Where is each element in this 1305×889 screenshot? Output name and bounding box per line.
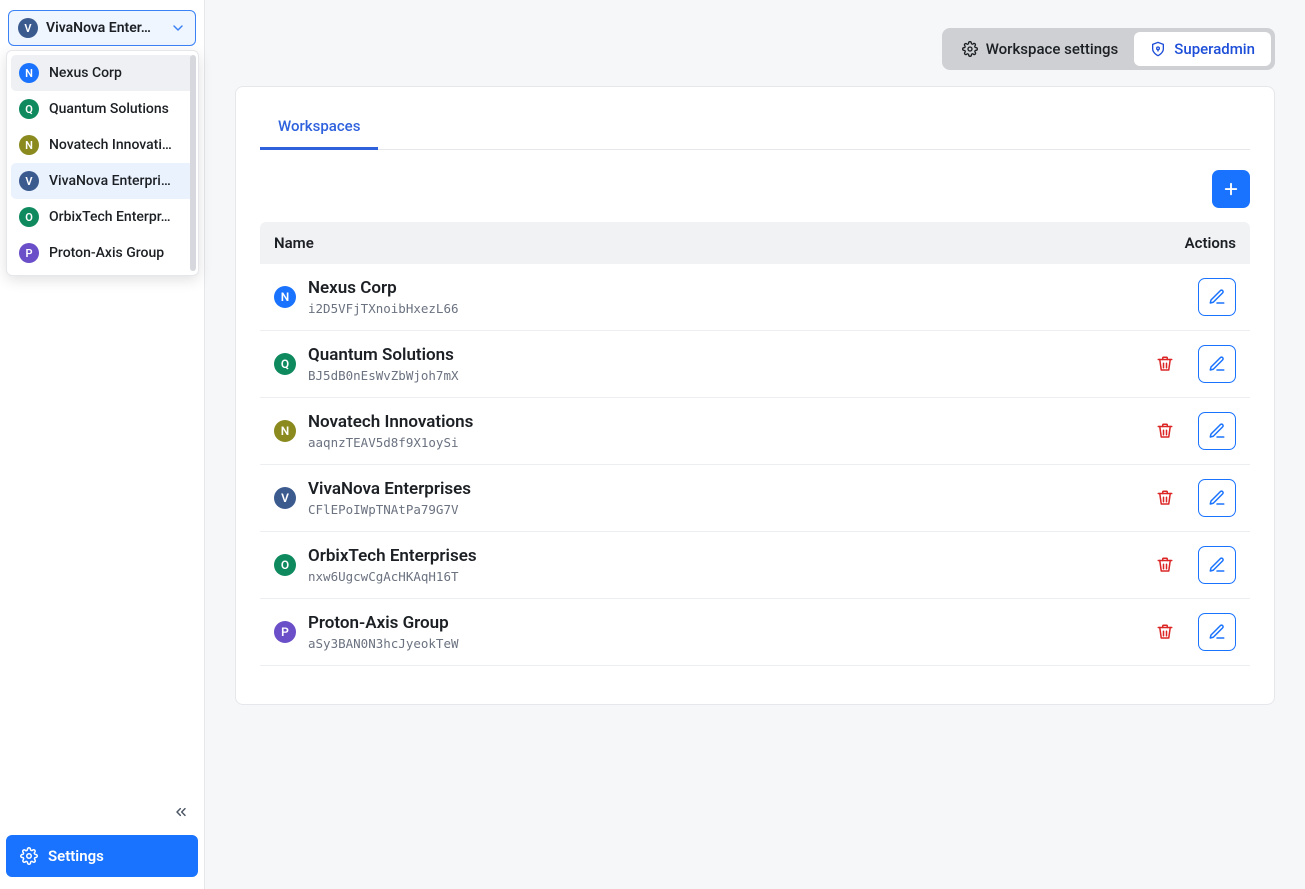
workspace-dropdown-label: Quantum Solutions — [49, 101, 169, 117]
tab-workspace-settings-label: Workspace settings — [986, 40, 1119, 58]
workspace-dropdown-item[interactable]: N Nexus Corp — [11, 55, 194, 91]
tab-workspaces[interactable]: Workspaces — [260, 105, 378, 150]
pencil-icon — [1208, 355, 1226, 373]
gear-icon — [962, 41, 978, 57]
pencil-icon — [1208, 288, 1226, 306]
sidebar: V VivaNova Enter… N Nexus Corp Q Quantum So… — [0, 0, 205, 889]
pencil-icon — [1208, 623, 1226, 641]
table-header-actions: Actions — [1185, 234, 1236, 252]
workspace-avatar: O — [19, 207, 39, 227]
gear-icon — [20, 847, 38, 865]
table-header: Name Actions — [260, 222, 1250, 264]
table-header-name: Name — [274, 234, 1185, 252]
workspaces-card: Workspaces Name Actions N Nexus Corp i2D5V… — [235, 86, 1275, 705]
workspace-dropdown-label: Proton-Axis Group — [49, 245, 164, 261]
workspace-name: OrbixTech Enterprises — [308, 546, 1146, 566]
delete-workspace-button[interactable] — [1146, 345, 1184, 383]
workspace-avatar: N — [274, 286, 296, 308]
table-row: N Nexus Corp i2D5VFjTXnoibHxezL66 — [260, 264, 1250, 331]
pencil-icon — [1208, 489, 1226, 507]
add-workspace-button[interactable] — [1212, 170, 1250, 208]
workspace-id: BJ5dB0nEsWvZbWjoh7mX — [308, 368, 1146, 383]
delete-workspace-button[interactable] — [1146, 412, 1184, 450]
main-content: Workspace settings Superadmin Workspaces… — [205, 0, 1305, 889]
delete-workspace-button[interactable] — [1146, 613, 1184, 651]
collapse-sidebar-button[interactable] — [170, 801, 192, 823]
edit-workspace-button[interactable] — [1198, 546, 1236, 584]
workspace-dropdown-label: Nexus Corp — [49, 65, 122, 81]
table-row: N Novatech Innovations aaqnzTEAV5d8f9X1oyS… — [260, 398, 1250, 465]
tab-superadmin-label: Superadmin — [1174, 40, 1255, 58]
table-row: O OrbixTech Enterprises nxw6UgcwCgAcHKAqH1… — [260, 532, 1250, 599]
workspace-avatar: P — [274, 621, 296, 643]
dropdown-scrollbar[interactable] — [190, 55, 196, 271]
workspace-dropdown-label: Novatech Innovati… — [49, 137, 172, 153]
workspace-dropdown-label: OrbixTech Enterpr… — [49, 209, 171, 225]
workspace-avatar: N — [274, 420, 296, 442]
workspace-avatar: O — [274, 554, 296, 576]
workspace-avatar: P — [19, 243, 39, 263]
workspace-id: i2D5VFjTXnoibHxezL66 — [308, 301, 1198, 316]
workspace-dropdown-item[interactable]: O OrbixTech Enterpr… — [11, 199, 194, 235]
workspace-name: Nexus Corp — [308, 278, 1198, 298]
workspace-id: aSy3BAN0N3hcJyeokTeW — [308, 636, 1146, 651]
workspace-name: VivaNova Enterprises — [308, 479, 1146, 499]
workspace-avatar: N — [19, 63, 39, 83]
workspace-name: Quantum Solutions — [308, 345, 1146, 365]
chevrons-left-icon — [173, 804, 189, 820]
table-row: P Proton-Axis Group aSy3BAN0N3hcJyeokTeW — [260, 599, 1250, 666]
plus-icon — [1222, 180, 1240, 198]
workspace-dropdown: N Nexus Corp Q Quantum Solutions N Novatech I… — [6, 50, 199, 276]
workspace-avatar: N — [19, 135, 39, 155]
workspace-dropdown-item[interactable]: V VivaNova Enterpri… — [11, 163, 194, 199]
workspace-id: aaqnzTEAV5d8f9X1oySi — [308, 435, 1146, 450]
table-body: N Nexus Corp i2D5VFjTXnoibHxezL66 Q Quantum … — [260, 264, 1250, 666]
workspace-dropdown-item[interactable]: P Proton-Axis Group — [11, 235, 194, 271]
tab-workspace-settings[interactable]: Workspace settings — [946, 32, 1135, 66]
delete-workspace-button[interactable] — [1146, 546, 1184, 584]
tab-superadmin[interactable]: Superadmin — [1134, 32, 1271, 66]
workspace-avatar: V — [274, 487, 296, 509]
trash-icon — [1156, 489, 1174, 507]
workspace-avatar: Q — [274, 353, 296, 375]
view-toggle: Workspace settings Superadmin — [942, 28, 1275, 70]
delete-workspace-button[interactable] — [1146, 479, 1184, 517]
workspace-name: Proton-Axis Group — [308, 613, 1146, 633]
trash-icon — [1156, 623, 1174, 641]
settings-button-label: Settings — [48, 847, 104, 865]
trash-icon — [1156, 355, 1174, 373]
workspace-selector-label: VivaNova Enter… — [46, 20, 162, 36]
workspace-avatar: Q — [19, 99, 39, 119]
workspace-dropdown-label: VivaNova Enterpri… — [49, 173, 171, 189]
chevron-down-icon — [170, 20, 186, 36]
workspace-name: Novatech Innovations — [308, 412, 1146, 432]
edit-workspace-button[interactable] — [1198, 479, 1236, 517]
pencil-icon — [1208, 422, 1226, 440]
trash-icon — [1156, 556, 1174, 574]
workspace-dropdown-item[interactable]: N Novatech Innovati… — [11, 127, 194, 163]
workspace-selector[interactable]: V VivaNova Enter… — [8, 10, 196, 46]
table-row: V VivaNova Enterprises CFlEPoIWpTNAtPa79G7… — [260, 465, 1250, 532]
pencil-icon — [1208, 556, 1226, 574]
edit-workspace-button[interactable] — [1198, 278, 1236, 316]
workspace-dropdown-item[interactable]: Q Quantum Solutions — [11, 91, 194, 127]
workspace-selector-avatar: V — [18, 18, 38, 38]
table-row: Q Quantum Solutions BJ5dB0nEsWvZbWjoh7mX — [260, 331, 1250, 398]
trash-icon — [1156, 422, 1174, 440]
edit-workspace-button[interactable] — [1198, 412, 1236, 450]
settings-button[interactable]: Settings — [6, 835, 198, 877]
workspace-avatar: V — [19, 171, 39, 191]
workspace-id: nxw6UgcwCgAcHKAqH16T — [308, 569, 1146, 584]
shield-lock-icon — [1150, 41, 1166, 57]
edit-workspace-button[interactable] — [1198, 613, 1236, 651]
workspace-id: CFlEPoIWpTNAtPa79G7V — [308, 502, 1146, 517]
card-tabs: Workspaces — [260, 105, 1250, 150]
edit-workspace-button[interactable] — [1198, 345, 1236, 383]
